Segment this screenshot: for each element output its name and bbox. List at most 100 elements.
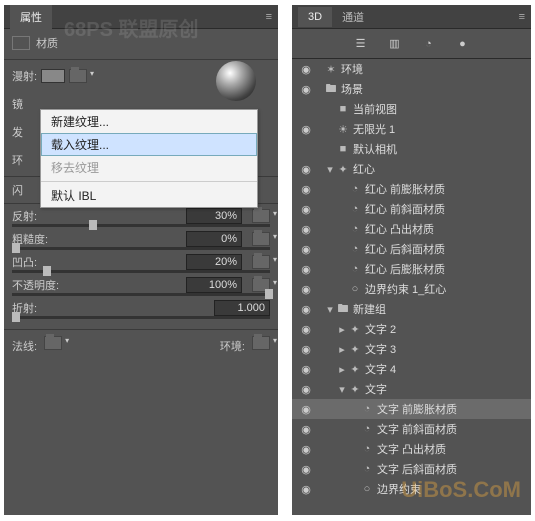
tree-text4[interactable]: ◉▸✦文字 4 [292,359,531,379]
left-tabbar: 属性 ≡ [4,5,278,29]
visibility-icon[interactable]: ◉ [298,403,314,416]
material-icon: ◔ [360,403,374,415]
tab-properties[interactable]: 属性 [10,5,52,29]
roughness-slider[interactable] [12,247,270,250]
bump-texture-picker[interactable] [252,255,270,269]
panel-menu-icon[interactable]: ≡ [266,11,272,23]
visibility-icon[interactable]: ◉ [298,223,314,236]
tree-hx-extrude[interactable]: ◉◔红心 凸出材质 [292,219,531,239]
menu-new-texture[interactable]: 新建纹理... [41,110,257,133]
mesh-icon: ✦ [336,163,350,176]
env-bottom-label: 环境: [220,341,245,353]
material-icon: ◔ [348,203,362,215]
tree-text3[interactable]: ◉▸✦文字 3 [292,339,531,359]
visibility-icon[interactable]: ◉ [298,463,314,476]
visibility-icon[interactable]: ◉ [298,483,314,496]
env-texture-picker[interactable] [252,336,270,350]
tree-hx-back-bevel[interactable]: ◉◔红心 后斜面材质 [292,239,531,259]
disclose-icon[interactable]: ▸ [336,343,348,356]
tree-scene[interactable]: ◉🖿场景 [292,79,531,99]
constraint-icon: ○ [360,483,374,495]
disclose-icon[interactable]: ▸ [336,323,348,336]
tree-hx-back[interactable]: ◉◔红心 后膨胀材质 [292,259,531,279]
env-icon: ✶ [324,63,338,76]
tree-text[interactable]: ◉▾✦文字 [292,379,531,399]
mesh-icon: ✦ [348,363,362,376]
refract-row: 折射: [4,298,278,321]
visibility-icon[interactable]: ◉ [298,303,314,316]
visibility-icon[interactable]: ◉ [298,363,314,376]
refract-value[interactable] [214,300,270,316]
visibility-icon[interactable]: ◉ [298,323,314,336]
visibility-icon[interactable]: ◉ [298,263,314,276]
filter-meshes-icon[interactable]: ▥ [386,35,404,53]
tree-current-view[interactable]: ■当前视图 [292,99,531,119]
tree-t-bevel[interactable]: ◉◔文字 前斜面材质 [292,419,531,439]
roughness-row: 粗糙度: [4,229,278,252]
visibility-icon[interactable]: ◉ [298,123,314,136]
material-preview-sphere[interactable] [216,61,256,101]
filter-scene-icon[interactable]: ☰ [352,35,370,53]
filter-materials-icon[interactable]: ◔ [420,35,438,53]
tree-hx-bevel[interactable]: ◉◔红心 前斜面材质 [292,199,531,219]
refract-slider[interactable] [12,316,270,319]
material-icon [12,36,30,50]
bump-label: 凹凸: [12,254,60,270]
panel-menu-icon[interactable]: ≡ [519,11,525,23]
opacity-value[interactable] [186,277,242,293]
bump-value[interactable] [186,254,242,270]
tree-hongxin[interactable]: ◉▾✦红心 [292,159,531,179]
visibility-icon[interactable]: ◉ [298,183,314,196]
tab-3d[interactable]: 3D [298,7,332,27]
3d-panel: 3D 通道 ≡ ☰ ▥ ◔ ● ◉✶环境 ◉🖿场景 ■当前视图 ◉☀无限光 1 … [292,5,531,515]
opacity-slider[interactable] [12,293,270,296]
normals-texture-picker[interactable] [44,336,62,350]
tree-text2[interactable]: ◉▸✦文字 2 [292,319,531,339]
visibility-icon[interactable]: ◉ [298,83,314,96]
disclose-icon[interactable]: ▸ [336,363,348,376]
material-section-header: 材质 [4,29,278,57]
visibility-icon[interactable]: ◉ [298,243,314,256]
menu-load-texture[interactable]: 载入纹理... [41,133,257,156]
reflect-value[interactable] [186,208,242,224]
tree-hx-bound[interactable]: ◉○边界约束 1_红心 [292,279,531,299]
scene-tree: ◉✶环境 ◉🖿场景 ■当前视图 ◉☀无限光 1 ■默认相机 ◉▾✦红心 ◉◔红心… [292,59,531,499]
material-icon: ◔ [348,183,362,195]
visibility-icon[interactable]: ◉ [298,383,314,396]
visibility-icon[interactable]: ◉ [298,163,314,176]
visibility-icon[interactable]: ◉ [298,283,314,296]
tree-new-group[interactable]: ◉▾🖿新建组 [292,299,531,319]
menu-default-ibl[interactable]: 默认 IBL [41,184,257,207]
tree-t-extrude[interactable]: ◉◔文字 凸出材质 [292,439,531,459]
reflect-row: 反射: [4,206,278,229]
shine-label-cut: 闪 [12,182,23,198]
filter-lights-icon[interactable]: ● [454,35,472,53]
reflect-slider[interactable] [12,224,270,227]
reflect-texture-picker[interactable] [252,209,270,223]
roughness-texture-picker[interactable] [252,232,270,246]
disclose-icon[interactable]: ▾ [324,163,336,176]
material-icon: ◔ [360,463,374,475]
tree-default-cam[interactable]: ■默认相机 [292,139,531,159]
tree-t-bound[interactable]: ◉○边界约束 [292,479,531,499]
visibility-icon[interactable]: ◉ [298,423,314,436]
disclose-icon[interactable]: ▾ [324,303,336,316]
constraint-icon: ○ [348,283,362,295]
visibility-icon[interactable]: ◉ [298,343,314,356]
visibility-icon[interactable]: ◉ [298,443,314,456]
diffuse-texture-picker[interactable] [69,69,87,83]
visibility-icon[interactable]: ◉ [298,63,314,76]
tree-t-back-bevel[interactable]: ◉◔文字 后斜面材质 [292,459,531,479]
tree-t-front[interactable]: ◉◔文字 前膨胀材质 [292,399,531,419]
opacity-row: 不透明度: [4,275,278,298]
tree-inf-light[interactable]: ◉☀无限光 1 [292,119,531,139]
3d-filter-toolbar: ☰ ▥ ◔ ● [292,29,531,59]
visibility-icon[interactable]: ◉ [298,203,314,216]
tab-channels[interactable]: 通道 [332,5,374,29]
roughness-value[interactable] [186,231,242,247]
bump-slider[interactable] [12,270,270,273]
tree-hx-front[interactable]: ◉◔红心 前膨胀材质 [292,179,531,199]
tree-environment[interactable]: ◉✶环境 [292,59,531,79]
diffuse-swatch[interactable] [41,69,65,83]
disclose-icon[interactable]: ▾ [336,383,348,396]
